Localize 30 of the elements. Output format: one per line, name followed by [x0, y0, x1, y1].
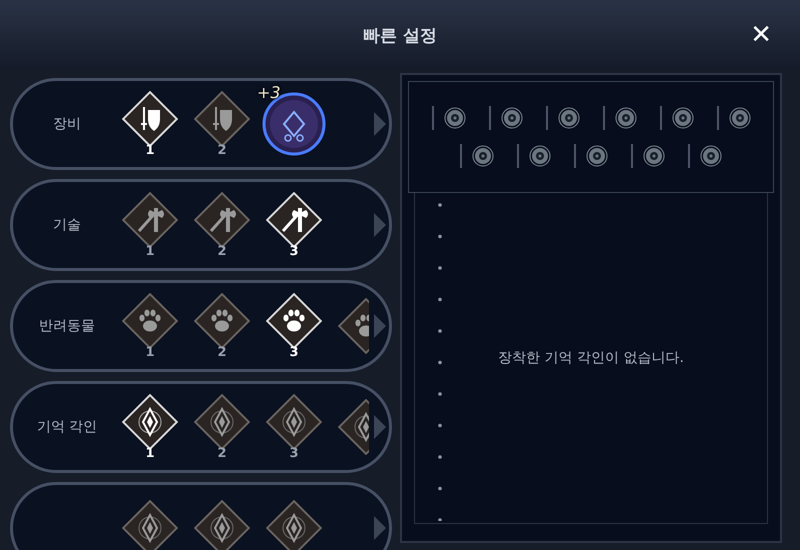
slot-number: 1	[145, 142, 155, 158]
empty-socket-icon	[672, 107, 694, 129]
empty-socket-icon	[614, 107, 636, 129]
slot-number: 3	[289, 344, 299, 360]
close-button[interactable]: ✕	[746, 18, 776, 52]
slot-number: 2	[217, 244, 227, 258]
empty-message: 장착한 기억 각인이 없습니다.	[497, 349, 685, 368]
slot-number: 1	[145, 344, 155, 360]
row-label: 기술	[52, 216, 82, 234]
empty-socket-icon	[529, 145, 551, 167]
empty-socket-icon	[643, 145, 665, 167]
enhancement-level-label: +3	[257, 83, 281, 102]
window-title: 빠른 설정	[363, 24, 437, 46]
empty-socket-icon	[728, 107, 750, 129]
empty-socket-icon	[444, 107, 466, 129]
empty-socket-icon	[472, 145, 494, 167]
row-label: 기억 각인	[36, 418, 98, 436]
slot-number: 2	[217, 142, 227, 158]
slot-number: 1	[145, 244, 155, 258]
empty-socket-icon	[558, 107, 580, 129]
slot-number: 3	[289, 244, 299, 258]
slot-number: 1	[145, 446, 155, 460]
empty-socket-icon	[500, 107, 522, 129]
row-label: 장비	[52, 115, 82, 133]
row-label: 반려동물	[38, 317, 96, 335]
slot-number: 3	[289, 446, 299, 460]
slot-number: 2	[217, 344, 227, 360]
slot-number: 2	[217, 446, 227, 460]
empty-socket-icon	[586, 145, 608, 167]
empty-socket-icon	[700, 145, 722, 167]
